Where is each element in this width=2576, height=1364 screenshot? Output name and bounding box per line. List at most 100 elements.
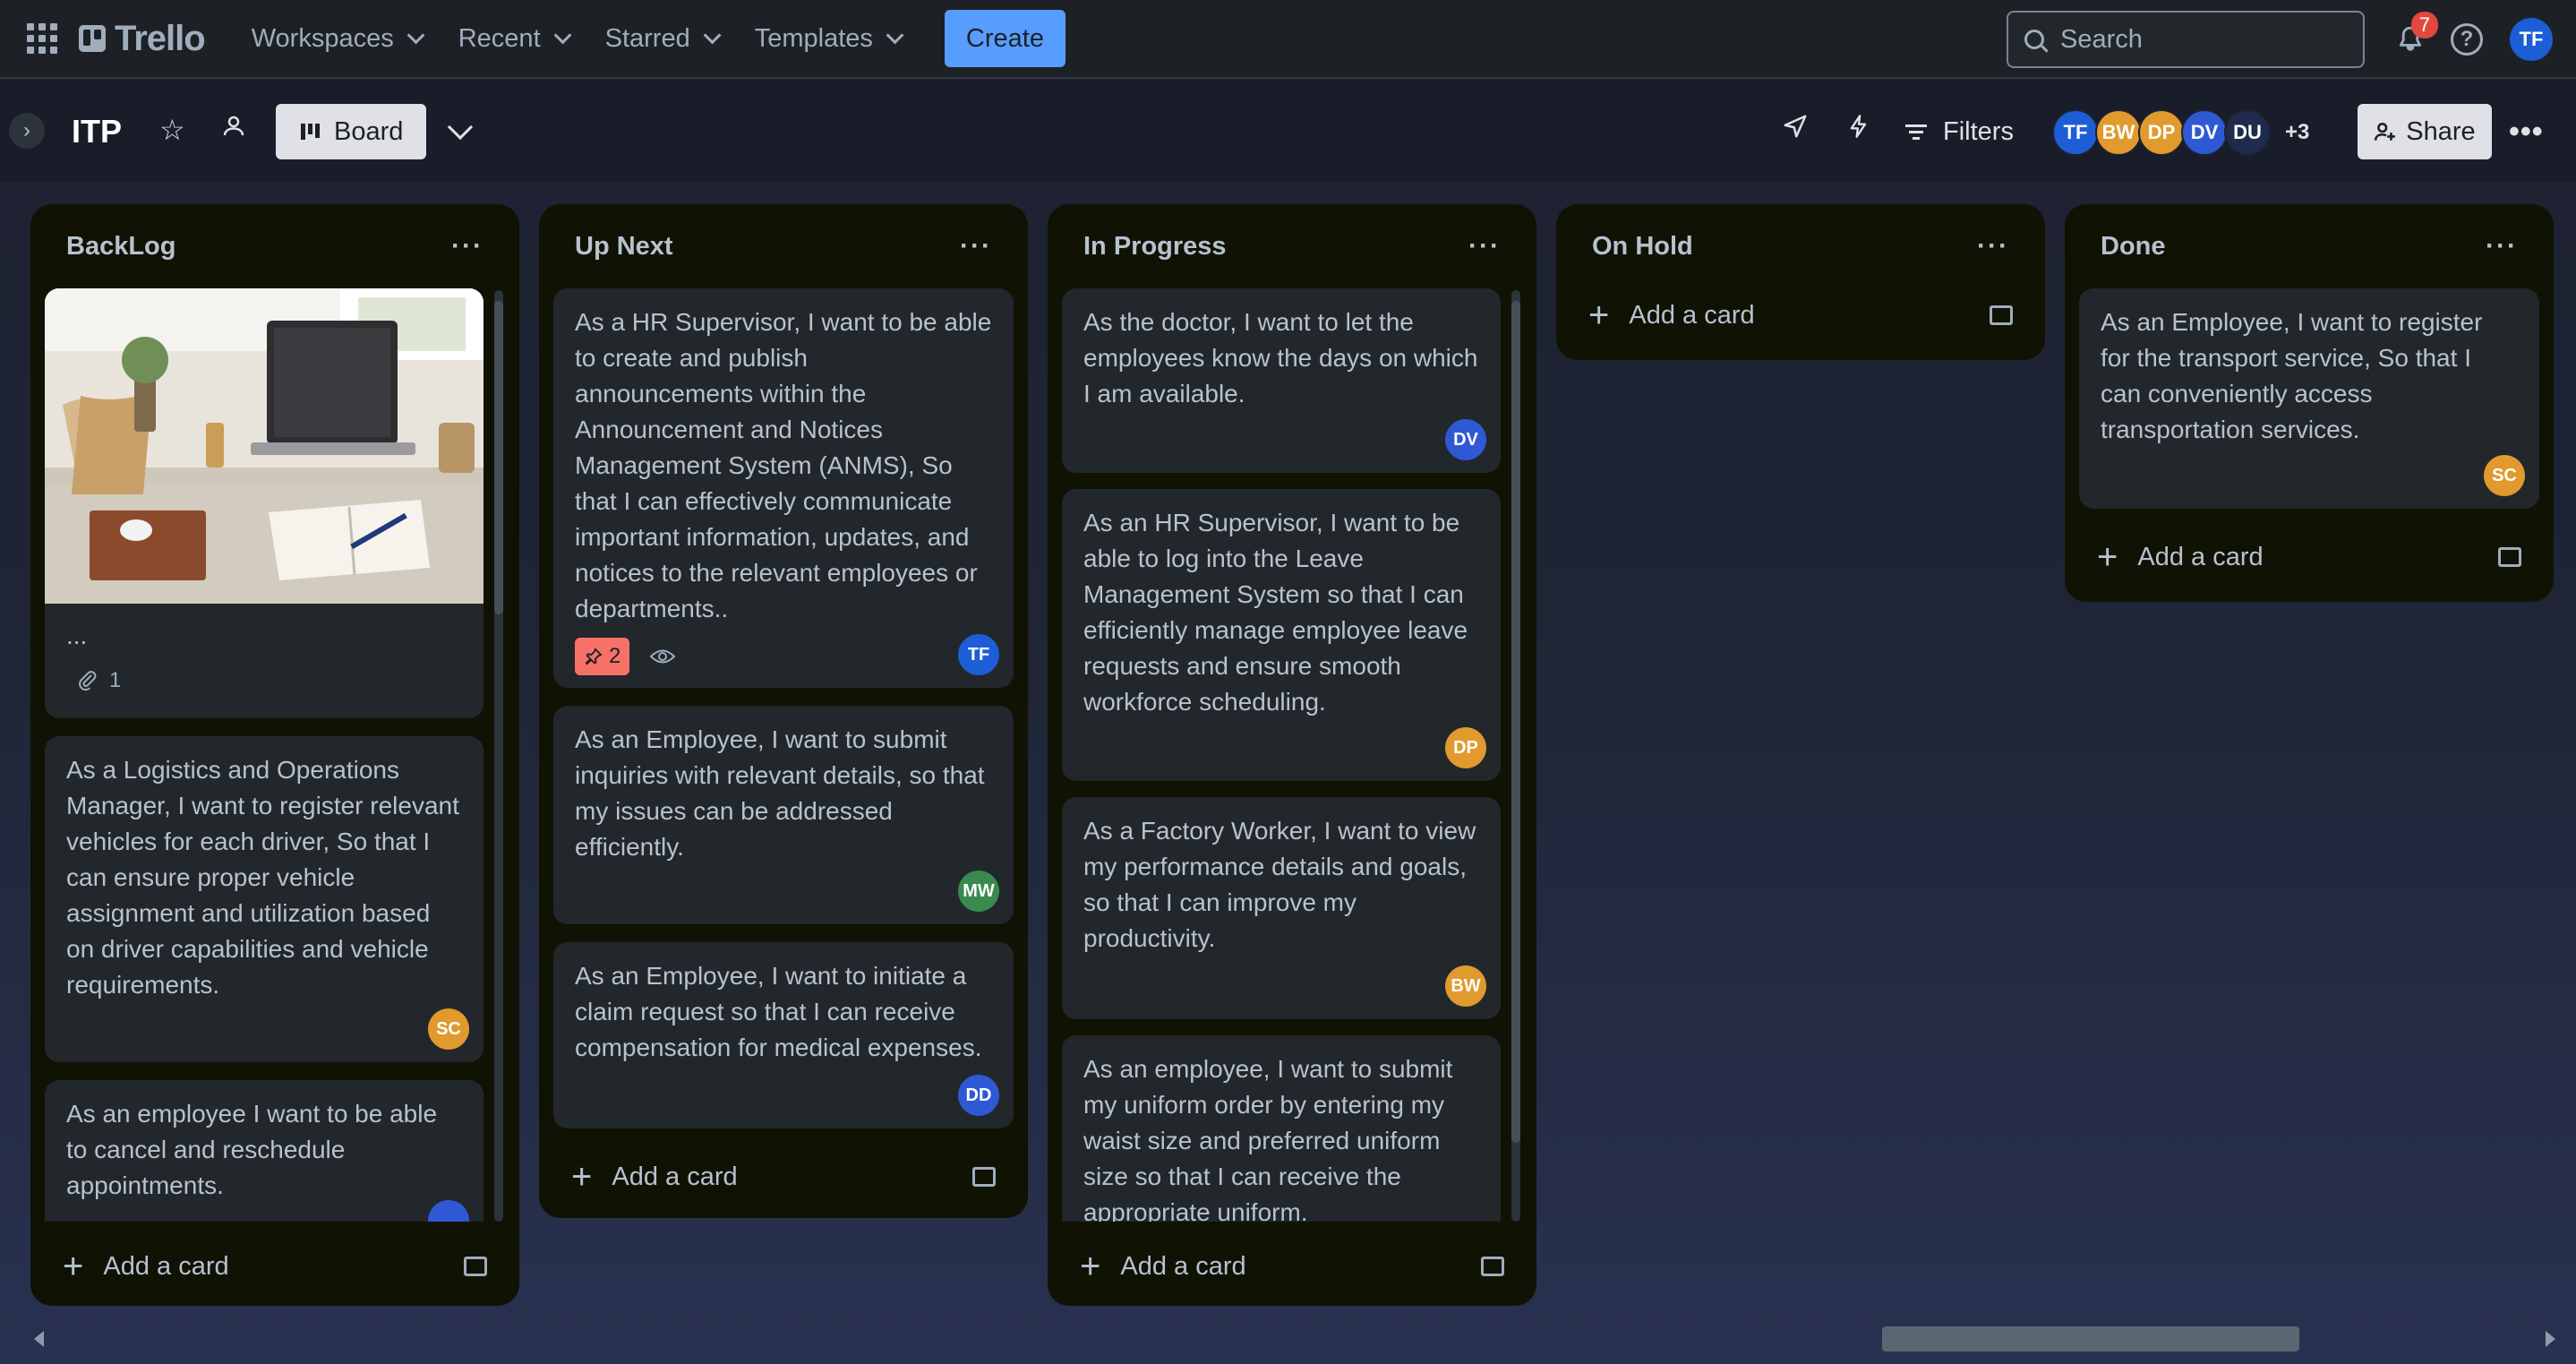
plus-icon: + <box>1588 296 1610 335</box>
search-input[interactable] <box>2060 24 2347 55</box>
templates-label: Templates <box>754 23 873 53</box>
search-icon <box>2024 30 2044 49</box>
power-ups-icon[interactable] <box>1782 113 1809 147</box>
paperclip-icon <box>79 671 97 691</box>
app-switcher-icon[interactable] <box>27 23 57 54</box>
card-member-avatar[interactable]: BW <box>1445 965 1486 1007</box>
card[interactable]: As the doctor, I want to let the employe… <box>1062 288 1501 473</box>
board-view-label: Board <box>334 116 404 146</box>
create-button[interactable]: Create <box>944 10 1065 67</box>
board-menu-icon[interactable]: ••• <box>2509 115 2544 150</box>
card[interactable]: As an employee, I want to submit my unif… <box>1062 1035 1501 1222</box>
star-icon[interactable]: ☆ <box>159 113 185 147</box>
user-avatar[interactable]: TF <box>2510 18 2553 61</box>
list-menu-icon[interactable]: ··· <box>451 231 484 262</box>
list-scrollbar[interactable] <box>494 290 503 1222</box>
card-template-icon[interactable] <box>464 1257 487 1276</box>
card-member-avatar[interactable] <box>428 1200 469 1222</box>
card-member-avatar[interactable]: TF <box>958 634 999 675</box>
add-card-button[interactable]: + Add a card <box>2097 528 2527 586</box>
list-menu-icon[interactable]: ··· <box>960 231 992 262</box>
add-card-button[interactable]: + Add a card <box>63 1238 492 1295</box>
notifications-button[interactable]: 7 <box>2388 12 2438 62</box>
card[interactable]: As a Logistics and Operations Manager, I… <box>45 736 484 1062</box>
share-button[interactable]: Share <box>2358 104 2492 159</box>
templates-menu[interactable]: Templates <box>735 10 918 67</box>
card-template-icon[interactable] <box>1990 305 2013 325</box>
add-card-button[interactable]: + Add a card <box>1080 1238 1510 1295</box>
card-member-avatar[interactable]: SC <box>2484 455 2525 496</box>
filters-label: Filters <box>1943 116 2014 146</box>
card-template-icon[interactable] <box>972 1167 996 1187</box>
list-title[interactable]: In Progress <box>1083 232 1468 262</box>
card-template-icon[interactable] <box>1481 1257 1504 1276</box>
member-avatar[interactable]: DU <box>2224 109 2271 156</box>
search-box[interactable] <box>2007 11 2365 68</box>
list-title[interactable]: On Hold <box>1592 232 1977 262</box>
member-avatar[interactable]: DP <box>2138 109 2185 156</box>
top-navigation: Trello Workspaces Recent Starred Templat… <box>0 0 2576 79</box>
list-menu-icon[interactable]: ··· <box>1468 231 1501 262</box>
card[interactable]: As an HR Supervisor, I want to be able t… <box>1062 489 1501 781</box>
add-card-label: Add a card <box>1120 1251 1246 1281</box>
member-avatar[interactable]: BW <box>2095 109 2142 156</box>
sidebar-expand-button[interactable]: › <box>9 113 45 149</box>
card-title: As an employee I want to be able to canc… <box>66 1100 438 1199</box>
list-scrollbar[interactable] <box>1511 290 1520 1222</box>
card-cover-image <box>45 288 484 604</box>
add-card-button[interactable]: + Add a card <box>1588 287 2018 344</box>
add-card-button[interactable]: + Add a card <box>571 1148 1001 1205</box>
card[interactable]: ... 1 <box>45 288 484 718</box>
card[interactable]: As an employee I want to be able to canc… <box>45 1080 484 1222</box>
automation-icon[interactable] <box>1846 113 1871 147</box>
trello-logo[interactable]: Trello <box>79 19 206 59</box>
member-avatar[interactable]: TF <box>2052 109 2099 156</box>
help-icon[interactable]: ? <box>2451 23 2483 56</box>
starred-menu[interactable]: Starred <box>586 10 735 67</box>
board-horizontal-scrollbar[interactable] <box>27 1322 2555 1354</box>
trello-logo-icon <box>79 25 106 52</box>
more-members-count[interactable]: +3 <box>2285 120 2309 145</box>
card-member-avatar[interactable]: DD <box>958 1075 999 1116</box>
chevron-down-icon <box>886 26 904 45</box>
workspaces-menu[interactable]: Workspaces <box>232 10 439 67</box>
card-member-avatar[interactable]: DP <box>1445 727 1486 768</box>
filter-icon <box>1905 124 1927 140</box>
list-title[interactable]: Up Next <box>575 232 960 262</box>
card[interactable]: As an Employee, I want to initiate a cla… <box>553 942 1014 1128</box>
list-scrollbar-thumb[interactable] <box>1511 301 1520 1143</box>
card[interactable]: As an Employee, I want to submit inquiri… <box>553 706 1014 924</box>
list-menu-icon[interactable]: ··· <box>2486 231 2518 262</box>
notification-count-badge: 7 <box>2410 12 2438 39</box>
card[interactable]: As an Employee, I want to register for t… <box>2079 288 2539 509</box>
visibility-icon[interactable] <box>220 113 247 147</box>
list-cards: As the doctor, I want to let the employe… <box>1062 288 1522 1222</box>
card[interactable]: As a Factory Worker, I want to view my p… <box>1062 797 1501 1019</box>
vote-badge[interactable]: 2 <box>575 638 630 675</box>
card-member-avatar[interactable]: DV <box>1445 419 1486 460</box>
plus-icon: + <box>1080 1247 1101 1286</box>
list-menu-icon[interactable]: ··· <box>1977 231 2009 262</box>
list-title[interactable]: BackLog <box>66 232 451 262</box>
plus-icon: + <box>2097 537 2118 577</box>
card-member-avatar[interactable]: MW <box>958 871 999 912</box>
member-avatar[interactable]: DV <box>2181 109 2228 156</box>
horizontal-scrollbar-thumb[interactable] <box>1882 1326 2299 1351</box>
filters-button[interactable]: Filters <box>1905 107 2014 156</box>
card[interactable]: As a HR Supervisor, I want to be able to… <box>553 288 1014 688</box>
card-title: As an Employee, I want to register for t… <box>2101 308 2483 443</box>
scroll-left-arrow-icon[interactable] <box>34 1331 44 1347</box>
chevron-down-icon <box>703 26 722 45</box>
list-title[interactable]: Done <box>2101 232 2486 262</box>
starred-label: Starred <box>604 23 690 53</box>
card-template-icon[interactable] <box>2498 547 2521 567</box>
list-scrollbar-thumb[interactable] <box>494 301 503 614</box>
board-view-button[interactable]: Board <box>276 104 426 159</box>
list-cards: As an Employee, I want to register for t… <box>2079 288 2539 516</box>
board-title[interactable]: ITP <box>72 113 122 150</box>
card-title: As a HR Supervisor, I want to be able to… <box>575 308 992 622</box>
card-member-avatar[interactable]: SC <box>428 1008 469 1050</box>
view-switch-chevron-icon[interactable] <box>447 114 474 141</box>
recent-menu[interactable]: Recent <box>439 10 586 67</box>
scroll-right-arrow-icon[interactable] <box>2546 1331 2555 1347</box>
